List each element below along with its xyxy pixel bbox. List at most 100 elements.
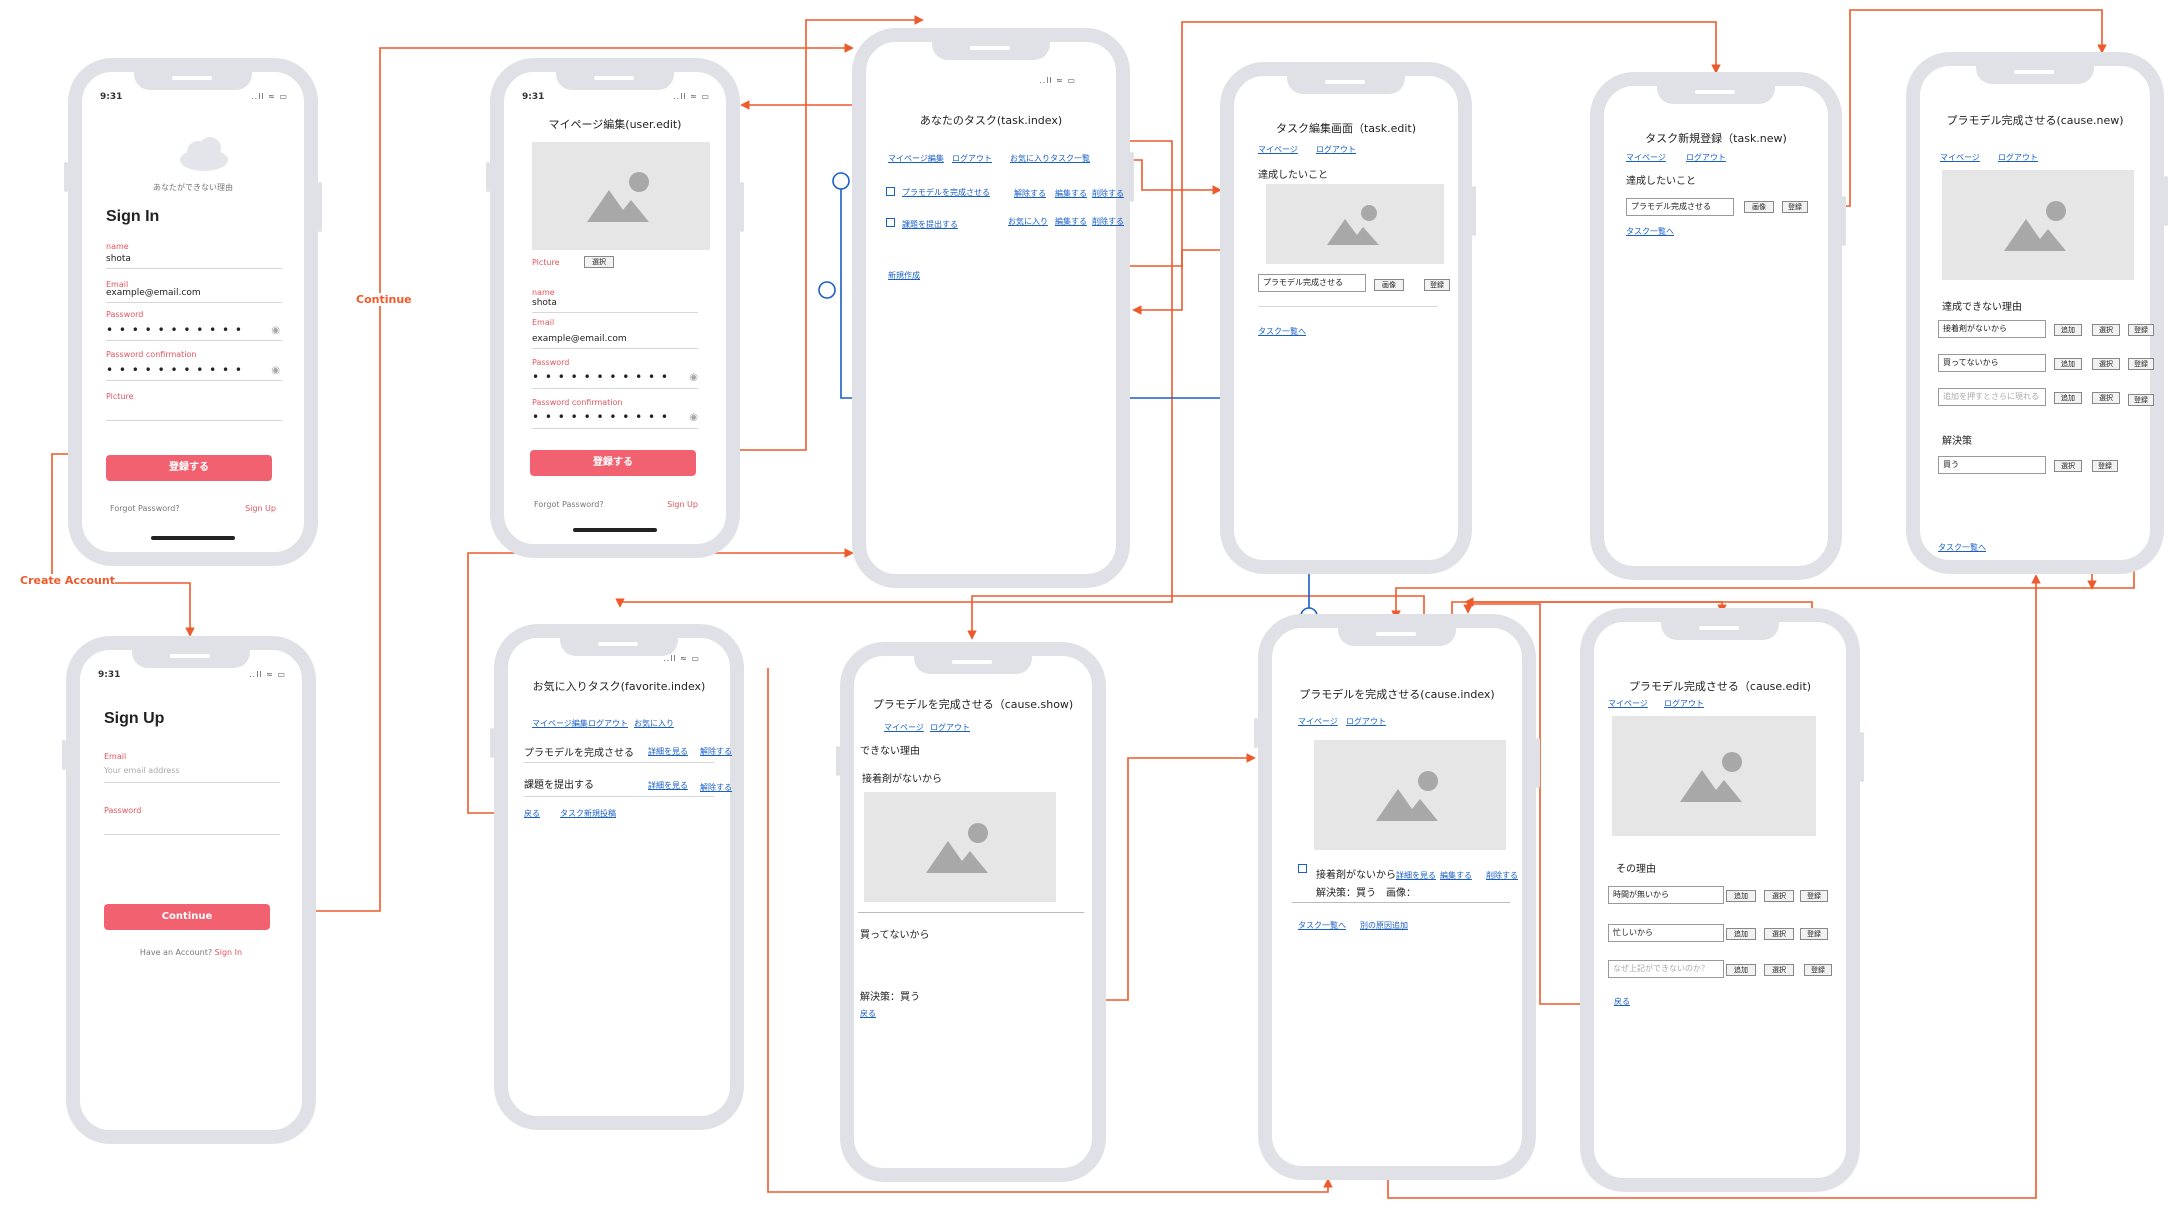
continue-button[interactable]: Continue: [104, 904, 270, 930]
image-button[interactable]: 画像: [1374, 279, 1404, 291]
unfavorite-link[interactable]: 解除する: [700, 746, 732, 757]
edit-link[interactable]: 編集する: [1055, 216, 1087, 227]
reason-input[interactable]: 接着剤がないから: [1938, 320, 2046, 338]
forgot-password-link[interactable]: Forgot Password?: [534, 500, 604, 509]
signup-link[interactable]: Sign Up: [245, 504, 276, 513]
unfavorite-link[interactable]: 解除する: [1014, 188, 1046, 199]
nav-logout[interactable]: ログアウト: [1686, 152, 1726, 163]
image-button[interactable]: 画像: [1744, 201, 1774, 213]
eye-icon[interactable]: ◉: [689, 372, 698, 383]
register-button[interactable]: 登録する: [106, 455, 272, 481]
select-button[interactable]: 選択: [2054, 460, 2082, 472]
nav-logout[interactable]: ログアウト: [930, 722, 970, 733]
delete-link[interactable]: 削除する: [1092, 188, 1124, 199]
reason-input[interactable]: なぜ上記ができないのか？: [1608, 960, 1724, 978]
eye-icon[interactable]: ◉: [689, 412, 698, 423]
goal-input[interactable]: プラモデル完成させる: [1626, 198, 1734, 216]
select-button[interactable]: 選択: [584, 256, 614, 268]
nav-logout[interactable]: ログアウト: [952, 153, 992, 164]
register-button[interactable]: 登録: [1782, 201, 1808, 213]
add-other-cause-link[interactable]: 別の原因追加: [1360, 920, 1408, 931]
task-name[interactable]: プラモデルを完成させる: [902, 187, 990, 198]
nav-mypage[interactable]: マイページ: [1626, 152, 1666, 163]
nav-logout[interactable]: ログアウト: [1316, 144, 1356, 155]
register-button[interactable]: 登録する: [530, 450, 696, 476]
signup-link[interactable]: Sign Up: [667, 500, 698, 509]
view-details-link[interactable]: 詳細を見る: [1396, 870, 1436, 881]
register-button[interactable]: 登録: [2128, 358, 2154, 370]
email-field[interactable]: example@email.com: [532, 334, 627, 344]
password-field[interactable]: • • • • • • • • • • •: [106, 323, 243, 337]
solution-input[interactable]: 買う: [1938, 456, 2046, 474]
task-name[interactable]: 課題を提出する: [902, 219, 958, 230]
email-field[interactable]: Your email address: [104, 766, 180, 775]
add-button[interactable]: 追加: [2054, 358, 2082, 370]
new-task-link[interactable]: 新規作成: [888, 270, 920, 281]
delete-link[interactable]: 削除する: [1486, 870, 1518, 881]
nav-mypage-edit[interactable]: マイページ編集: [532, 718, 588, 729]
edit-link[interactable]: 編集する: [1055, 188, 1087, 199]
password-field[interactable]: • • • • • • • • • • •: [532, 370, 669, 384]
view-details-link[interactable]: 詳細を見る: [648, 780, 688, 791]
select-button[interactable]: 選択: [2092, 358, 2120, 370]
back-to-tasks-link[interactable]: タスク一覧へ: [1626, 226, 1674, 237]
register-button[interactable]: 登録: [1424, 279, 1450, 291]
register-button[interactable]: 登録: [1800, 890, 1828, 902]
eye-icon[interactable]: ◉: [271, 365, 280, 376]
reason-input[interactable]: 時間が無いから: [1608, 886, 1724, 904]
name-field[interactable]: shota: [532, 298, 557, 308]
nav-favorites[interactable]: お気に入り: [634, 718, 674, 729]
nav-logout[interactable]: ログアウト: [1346, 716, 1386, 727]
nav-mypage[interactable]: マイページ: [884, 722, 924, 733]
signin-link[interactable]: Sign In: [215, 948, 242, 957]
register-button[interactable]: 登録: [2092, 460, 2118, 472]
nav-mypage[interactable]: マイページ: [1298, 716, 1338, 727]
select-button[interactable]: 選択: [2092, 324, 2120, 336]
back-to-tasks-link[interactable]: タスク一覧へ: [1298, 920, 1346, 931]
register-button[interactable]: 登録: [1800, 928, 1828, 940]
cause-checkbox[interactable]: [1298, 864, 1307, 873]
new-task-post-link[interactable]: タスク新規投稿: [560, 808, 616, 819]
password-confirmation-field[interactable]: • • • • • • • • • • •: [106, 363, 243, 377]
reason-input[interactable]: 追加を押すとさらに現れる: [1938, 388, 2046, 406]
reason-input[interactable]: 忙しいから: [1608, 924, 1724, 942]
nav-mypage[interactable]: マイページ: [1258, 144, 1298, 155]
task-checkbox[interactable]: [886, 187, 895, 196]
add-button[interactable]: 追加: [2054, 324, 2082, 336]
nav-favorites[interactable]: お気に入りタスク一覧: [1010, 153, 1090, 164]
delete-link[interactable]: 削除する: [1092, 216, 1124, 227]
view-details-link[interactable]: 詳細を見る: [648, 746, 688, 757]
unfavorite-link[interactable]: 解除する: [700, 782, 732, 793]
nav-mypage[interactable]: マイページ: [1608, 698, 1648, 709]
register-button[interactable]: 登録: [2128, 394, 2154, 406]
email-field[interactable]: example@email.com: [106, 288, 201, 298]
nav-logout[interactable]: ログアウト: [1664, 698, 1704, 709]
nav-logout[interactable]: ログアウト: [588, 718, 628, 729]
select-button[interactable]: 選択: [1764, 928, 1794, 940]
nav-logout[interactable]: ログアウト: [1998, 152, 2038, 163]
task-checkbox[interactable]: [886, 218, 895, 227]
reason-input[interactable]: 買ってないから: [1938, 354, 2046, 372]
nav-mypage-edit[interactable]: マイページ編集: [888, 153, 944, 164]
add-button[interactable]: 追加: [1726, 890, 1756, 902]
register-button[interactable]: 登録: [2128, 324, 2154, 336]
back-link[interactable]: 戻る: [1614, 996, 1630, 1007]
add-button[interactable]: 追加: [1726, 928, 1756, 940]
edit-link[interactable]: 編集する: [1440, 870, 1472, 881]
nav-mypage[interactable]: マイページ: [1940, 152, 1980, 163]
eye-icon[interactable]: ◉: [271, 325, 280, 336]
back-link[interactable]: 戻る: [524, 808, 540, 819]
select-button[interactable]: 選択: [1764, 964, 1794, 976]
password-confirmation-field[interactable]: • • • • • • • • • • •: [532, 410, 669, 424]
goal-input[interactable]: プラモデル完成させる: [1258, 274, 1366, 292]
favorite-link[interactable]: お気に入り: [1008, 216, 1048, 227]
add-button[interactable]: 追加: [1726, 964, 1756, 976]
back-to-tasks-link[interactable]: タスク一覧へ: [1938, 542, 1986, 553]
select-button[interactable]: 選択: [2092, 392, 2120, 404]
select-button[interactable]: 選択: [1764, 890, 1794, 902]
register-button[interactable]: 登録: [1804, 964, 1832, 976]
back-link[interactable]: 戻る: [860, 1008, 876, 1019]
forgot-password-link[interactable]: Forgot Password?: [110, 504, 180, 513]
add-button[interactable]: 追加: [2054, 392, 2082, 404]
back-to-tasks-link[interactable]: タスク一覧へ: [1258, 326, 1306, 337]
